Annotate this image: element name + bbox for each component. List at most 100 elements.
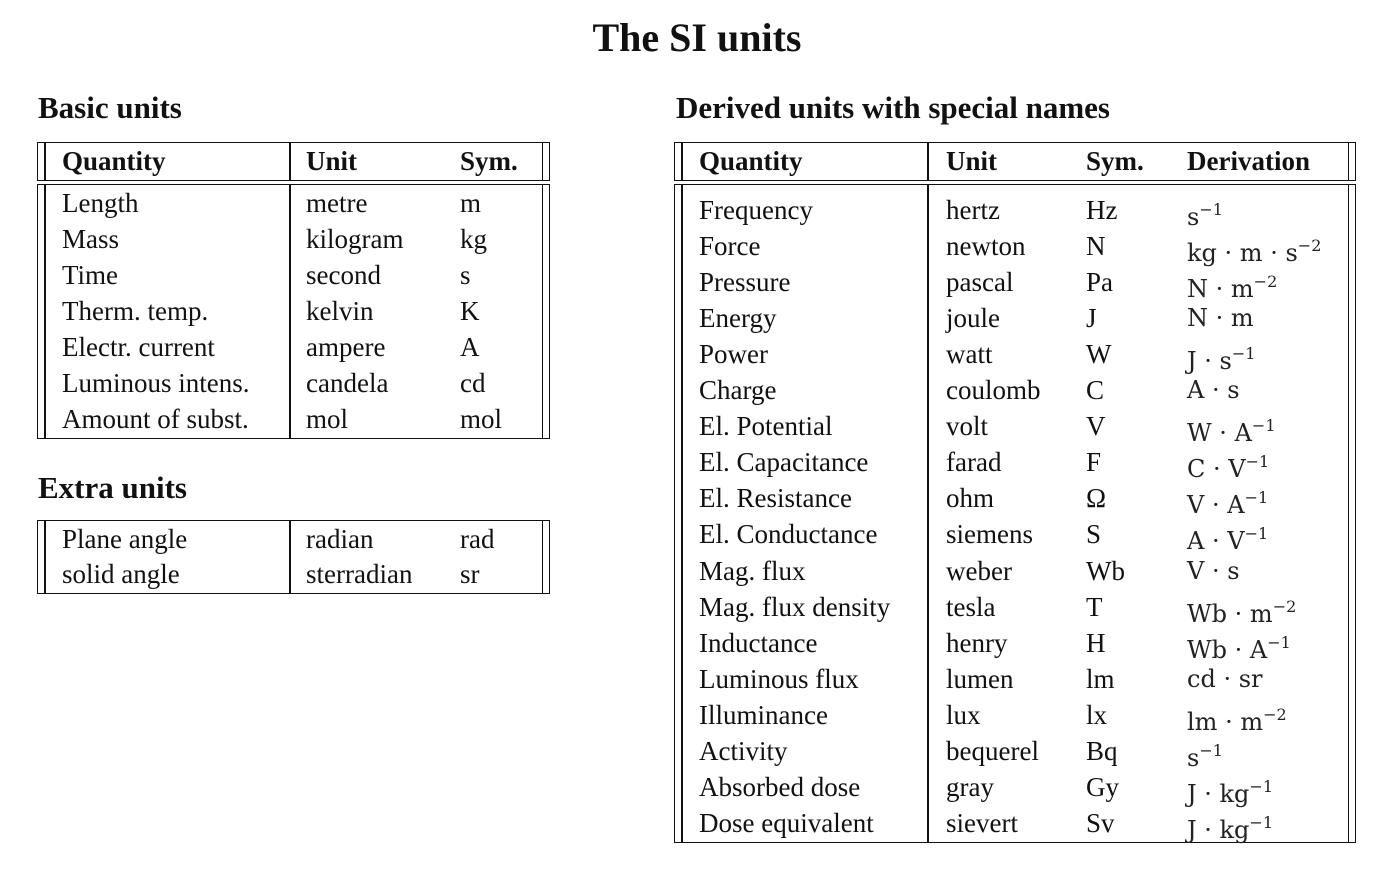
multiply-dot: ·: [1208, 304, 1231, 333]
table-row: Amount of subst. mol mol: [38, 401, 549, 437]
unit-factor: cd: [1187, 664, 1216, 693]
unit-cell: candela: [306, 368, 389, 398]
symbol-cell: C: [1086, 375, 1105, 406]
unit-cell: lumen: [946, 663, 1014, 694]
unit-factor: s: [1219, 347, 1232, 376]
multiply-dot: ·: [1196, 779, 1220, 808]
exponent: −1: [1249, 776, 1274, 796]
unit-cell: farad: [946, 447, 1002, 478]
symbol-cell: A: [460, 332, 480, 362]
unit-factor: V: [1187, 556, 1205, 585]
unit-factor: A: [1249, 635, 1268, 664]
unit-cell: sterradian: [306, 559, 413, 589]
col-header-derivation: Derivation: [1187, 146, 1310, 176]
unit-factor: s: [1285, 239, 1298, 268]
table-row: Length metre m: [38, 185, 549, 221]
multiply-dot: ·: [1204, 491, 1228, 520]
symbol-cell: F: [1086, 447, 1102, 478]
unit-factor: A: [1187, 527, 1205, 556]
unit-factor: s: [1187, 203, 1200, 231]
table-row: Absorbed dose gray Gy J · kg−1: [675, 769, 1355, 808]
unit-cell: siemens: [946, 519, 1033, 550]
symbol-cell: mol: [460, 404, 503, 434]
unit-factor: N: [1187, 304, 1208, 333]
multiply-dot: ·: [1227, 599, 1250, 628]
unit-factor: m: [1239, 239, 1263, 268]
exponent: −1: [1245, 452, 1270, 472]
symbol-cell: lm: [1086, 663, 1115, 694]
symbol-cell: T: [1086, 591, 1103, 622]
unit-factor: sr: [1238, 664, 1263, 693]
table-row: Charge coulomb C A · s: [675, 372, 1355, 408]
unit-factor: lm: [1187, 707, 1218, 736]
unit-factor: s: [1227, 376, 1240, 405]
unit-cell: pascal: [946, 267, 1014, 298]
basic-units-heading: Basic units: [38, 90, 182, 125]
quantity-cell: Therm. temp.: [62, 296, 209, 326]
quantity-cell: El. Potential: [699, 411, 833, 442]
multiply-dot: ·: [1196, 347, 1220, 376]
quantity-cell: Mag. flux: [699, 555, 806, 586]
symbol-cell: Pa: [1086, 267, 1113, 298]
unit-factor: A: [1187, 376, 1205, 405]
derivation-cell: V · s: [1187, 553, 1240, 589]
table-row: Energy joule J N · m: [675, 300, 1355, 336]
unit-cell: joule: [946, 303, 1000, 334]
quantity-cell: Absorbed dose: [699, 771, 861, 802]
derivation-cell: N · m: [1187, 300, 1254, 336]
exponent: −1: [1231, 344, 1256, 364]
quantity-cell: Power: [699, 339, 768, 370]
unit-cell: gray: [946, 771, 994, 802]
quantity-cell: Energy: [699, 303, 777, 334]
symbol-cell: cd: [460, 368, 486, 398]
multiply-dot: ·: [1227, 635, 1250, 664]
unit-factor: kg: [1219, 815, 1250, 844]
table-row: Force newton Nkg · m · s−2: [675, 228, 1355, 268]
table-row: Pressure pascal Pa N · m−2: [675, 264, 1355, 304]
unit-factor: m: [1249, 599, 1273, 628]
multiply-dot: ·: [1204, 376, 1228, 405]
unit-cell: sievert: [946, 807, 1018, 838]
table-row: Activity bequerel Bq s−1: [675, 733, 1355, 772]
symbol-cell: lx: [1086, 699, 1108, 730]
unit-cell: kilogram: [306, 224, 404, 254]
unit-factor: kg: [1187, 239, 1217, 268]
unit-cell: coulomb: [946, 375, 1041, 406]
table-row: Mass kilogram kg: [38, 221, 549, 257]
exponent: −2: [1272, 596, 1297, 616]
table-row: Illuminance lux lx lm · m−2: [675, 697, 1355, 736]
derived-units-header: Quantity Unit Sym. Derivation: [674, 142, 1356, 181]
symbol-cell: Bq: [1086, 735, 1118, 766]
quantity-cell: Dose equivalent: [699, 807, 874, 838]
table-row: El. Conductance siemens S A · V−1: [675, 516, 1355, 556]
unit-factor: C: [1187, 455, 1206, 484]
symbol-cell: H: [1086, 627, 1106, 658]
table-row: El. Potential volt V W · A−1: [675, 408, 1355, 447]
derived-units-heading: Derived units with special names: [676, 90, 1110, 125]
derived-units-table: Frequency hertz Hz s−1 Force newton Nkg · m · …: [674, 184, 1356, 844]
multiply-dot: ·: [1262, 239, 1286, 268]
unit-factor: N: [1187, 275, 1208, 304]
col-header-symbol: Sym.: [1086, 146, 1144, 176]
col-header-unit: Unit: [306, 146, 358, 176]
quantity-cell: Length: [62, 188, 139, 218]
unit-factor: m: [1230, 304, 1254, 333]
exponent: −1: [1267, 632, 1291, 652]
multiply-dot: ·: [1217, 707, 1241, 736]
symbol-cell: m: [460, 188, 482, 218]
quantity-cell: Plane angle: [62, 524, 188, 554]
quantity-cell: Mass: [62, 224, 120, 254]
unit-factor: s: [1227, 556, 1240, 585]
quantity-cell: El. Conductance: [699, 519, 878, 550]
multiply-dot: ·: [1215, 664, 1239, 693]
quantity-cell: Illuminance: [699, 699, 828, 730]
table-row: Plane angle radian rad: [38, 521, 549, 557]
quantity-cell: Luminous flux: [699, 663, 859, 694]
quantity-cell: Pressure: [699, 267, 791, 298]
unit-cell: lux: [946, 699, 981, 730]
unit-factor: V: [1228, 455, 1246, 484]
exponent: −1: [1244, 488, 1269, 508]
table-row: Luminous flux lumen lm cd · sr: [675, 661, 1355, 697]
table-row: Therm. temp. kelvin K: [38, 293, 549, 329]
unit-cell: second: [306, 260, 381, 290]
